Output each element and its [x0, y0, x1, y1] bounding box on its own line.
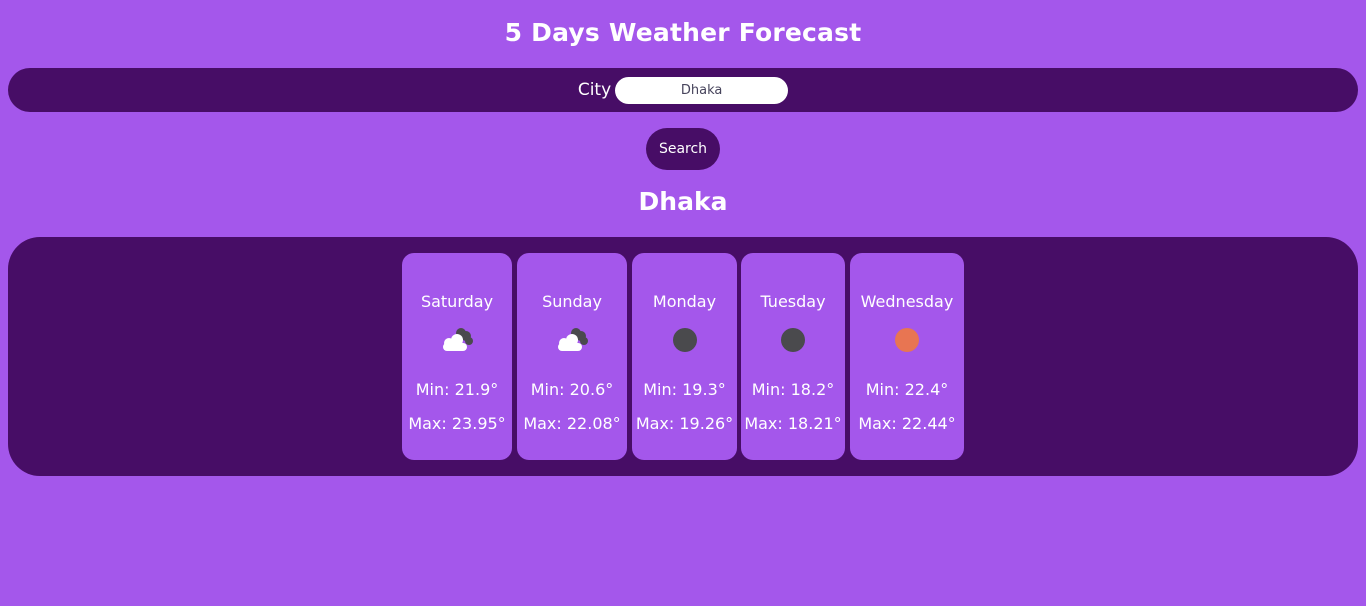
forecast-panel: Saturday Min: 21.9° Max: 23.95° Sunday M… — [8, 237, 1358, 476]
city-input[interactable] — [615, 76, 789, 104]
forecast-card-saturday: Saturday Min: 21.9° Max: 23.95° — [402, 253, 512, 460]
dark-circle-icon — [781, 328, 805, 352]
temp-min: Min: 22.4° — [865, 380, 949, 399]
city-heading: Dhaka — [638, 187, 728, 216]
temp-max: Max: 18.21° — [744, 414, 842, 433]
day-name: Sunday — [542, 292, 602, 311]
forecast-card-wednesday: Wednesday Min: 22.4° Max: 22.44° — [850, 253, 964, 460]
temp-max: Max: 23.95° — [408, 414, 506, 433]
temp-min: Min: 18.2° — [751, 380, 835, 399]
city-label: City — [577, 80, 612, 100]
temp-min: Min: 20.6° — [530, 380, 614, 399]
page-title: 5 Days Weather Forecast — [504, 18, 862, 47]
day-name: Wednesday — [860, 292, 954, 311]
cloud-night-icon — [443, 328, 473, 351]
temp-max: Max: 19.26° — [635, 414, 734, 433]
temp-min: Min: 21.9° — [415, 380, 499, 399]
day-name: Saturday — [420, 292, 494, 311]
sun-icon — [895, 328, 919, 352]
temp-max: Max: 22.44° — [858, 414, 956, 433]
forecast-card-tuesday: Tuesday Min: 18.2° Max: 18.21° — [741, 253, 845, 460]
day-name: Tuesday — [760, 292, 826, 311]
city-search-bar: City — [8, 68, 1358, 112]
day-name: Monday — [652, 292, 717, 311]
temp-max: Max: 22.08° — [523, 414, 621, 433]
forecast-card-monday: Monday Min: 19.3° Max: 19.26° — [632, 253, 737, 460]
dark-circle-icon — [672, 328, 697, 352]
cloud-night-icon — [558, 328, 588, 351]
temp-min: Min: 19.3° — [643, 380, 726, 399]
forecast-card-sunday: Sunday Min: 20.6° Max: 22.08° — [517, 253, 627, 460]
search-button[interactable]: Search — [646, 128, 720, 170]
